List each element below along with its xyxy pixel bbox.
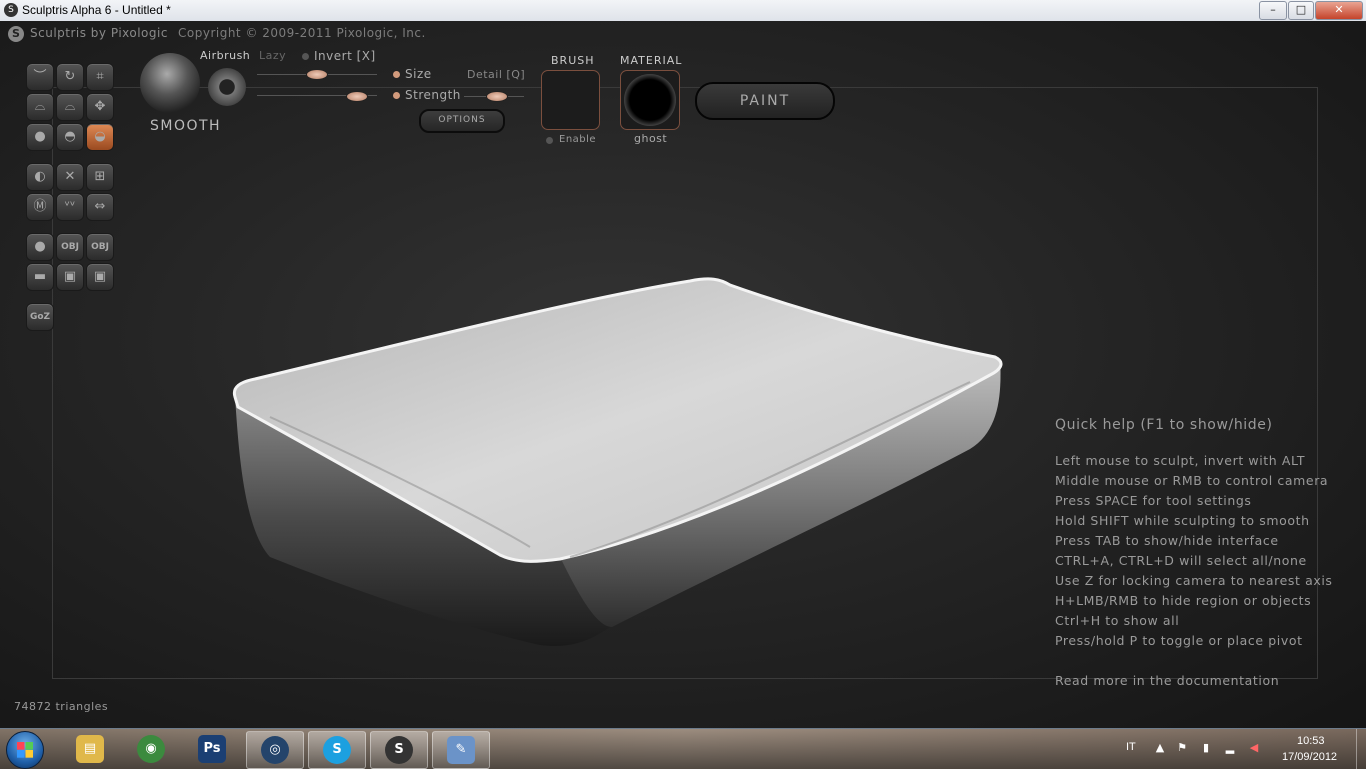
quick-help-line: Hold SHIFT while sculpting to smooth [1055, 513, 1310, 528]
windows-logo-icon [17, 742, 33, 758]
size-label: Size [405, 67, 432, 81]
sculptris-icon: S [385, 736, 413, 764]
size-indicator-dot [393, 71, 400, 78]
material-preview-sphere [624, 74, 676, 126]
brush-panel-title: BRUSH [551, 54, 595, 67]
quick-help-line: CTRL+A, CTRL+D will select all/none [1055, 553, 1307, 568]
detail-label: Detail [Q] [467, 68, 526, 81]
pinch-tool-icon[interactable]: ◓ [56, 123, 84, 151]
documentation-link[interactable]: Read more in the documentation [1055, 671, 1333, 691]
taskbar-app-explorer[interactable]: ▤ [62, 731, 118, 767]
strength-indicator-dot [393, 92, 400, 99]
wireframe-icon[interactable]: ✕ [56, 163, 84, 191]
triangle-count: 74872 triangles [14, 700, 109, 713]
export-obj-icon[interactable]: OBJ [86, 233, 114, 261]
taskbar-app-chrome[interactable]: ◉ [123, 731, 179, 767]
quick-help-line: Press/hold P to toggle or place pivot [1055, 633, 1303, 648]
brush-alpha-slot[interactable] [541, 70, 600, 130]
mask-icon[interactable]: Ⓜ [26, 193, 54, 221]
grid-icon[interactable]: ⊞ [86, 163, 114, 191]
skype-icon: S [323, 736, 351, 764]
flatten-tool-icon[interactable]: ⌓ [56, 93, 84, 121]
options-button[interactable]: OPTIONS [419, 109, 505, 133]
scale-tool-icon[interactable]: ⌗ [86, 63, 114, 91]
network-signal-icon[interactable]: ▂ [1224, 742, 1236, 754]
size-slider-handle[interactable] [306, 69, 328, 80]
quick-help-panel: Quick help (F1 to show/hide) Left mouse … [1055, 417, 1333, 691]
pixologic-logo-icon: S [8, 26, 24, 42]
material-panel-title: MATERIAL [620, 54, 683, 67]
minimize-button[interactable]: – [1259, 1, 1287, 20]
taskbar-app-sculptris[interactable]: S [370, 731, 428, 769]
show-hidden-icons-icon[interactable]: ▲ [1154, 742, 1166, 754]
brand-text: Sculptris by Pixologic [30, 26, 168, 40]
sculpt-viewport[interactable]: S Sculptris by Pixologic Copyright © 200… [0, 21, 1366, 728]
airbrush-toggle[interactable] [208, 68, 246, 106]
clock-date[interactable]: 17/09/2012 [1282, 751, 1337, 763]
volume-muted-icon[interactable]: ◀ [1248, 742, 1260, 754]
strength-slider-handle[interactable] [346, 91, 368, 102]
quick-help-line: Press SPACE for tool settings [1055, 493, 1252, 508]
brush-preview-sphere [140, 53, 200, 113]
folder-icon: ▤ [76, 735, 104, 763]
inflate-tool-icon[interactable]: ● [26, 123, 54, 151]
strength-label: Strength [405, 88, 461, 102]
chrome-icon: ◉ [137, 735, 165, 763]
save-file-icon[interactable]: ▣ [86, 263, 114, 291]
paint-button[interactable]: PAINT [695, 82, 835, 120]
window-titlebar: S Sculptris Alpha 6 - Untitled * – □ ✕ [0, 0, 1366, 22]
quick-help-line: Press TAB to show/hide interface [1055, 533, 1279, 548]
brush-enable-label[interactable]: Enable [559, 134, 596, 145]
symmetry-icon[interactable]: ◐ [26, 163, 54, 191]
material-name: ghost [634, 132, 668, 145]
quick-help-title: Quick help (F1 to show/hide) [1055, 417, 1273, 433]
taskbar-app-cinema4d[interactable]: ◎ [246, 731, 304, 769]
material-slot[interactable] [620, 70, 680, 130]
clock-time[interactable]: 10:53 [1297, 735, 1325, 747]
app-header: S Sculptris by Pixologic Copyright © 200… [0, 21, 1366, 43]
taskbar: ▤ ◉ Ps ◎ S S ✎ IT ▲ ⚑ ▮ ▂ ◀ 10:53 17/09/… [0, 728, 1366, 769]
taskbar-app-paint[interactable]: ✎ [432, 731, 490, 769]
new-plane-icon[interactable]: ▬ [26, 263, 54, 291]
copyright-text: Copyright © 2009-2011 Pixologic, Inc. [178, 26, 426, 40]
maximize-button[interactable]: □ [1288, 1, 1314, 20]
taskbar-app-photoshop[interactable]: Ps [184, 731, 240, 767]
import-obj-icon[interactable]: OBJ [56, 233, 84, 261]
smooth-tool-icon[interactable]: ◒ [86, 123, 114, 151]
reduce-icon[interactable]: ᵛᵛ [56, 193, 84, 221]
invert-label[interactable]: Invert [X] [314, 49, 376, 63]
grab-tool-icon[interactable]: ✥ [86, 93, 114, 121]
sculptris-app-icon: S [4, 3, 18, 17]
detail-slider-handle[interactable] [486, 91, 508, 102]
brush-enable-radio[interactable] [546, 137, 553, 144]
quick-help-line: Ctrl+H to show all [1055, 613, 1180, 628]
crease-tool-icon[interactable]: ︶ [26, 63, 54, 91]
close-button[interactable]: ✕ [1315, 1, 1363, 20]
action-center-flag-icon[interactable]: ⚑ [1176, 742, 1188, 754]
new-sphere-icon[interactable]: ● [26, 233, 54, 261]
quick-help-line: Use Z for locking camera to nearest axis [1055, 573, 1333, 588]
show-desktop-button[interactable] [1356, 729, 1366, 769]
paint-icon: ✎ [447, 736, 475, 764]
photoshop-icon: Ps [198, 735, 226, 763]
lazy-label[interactable]: Lazy [259, 49, 286, 62]
language-indicator[interactable]: IT [1126, 741, 1136, 753]
invert-radio[interactable] [302, 53, 309, 60]
window-title: Sculptris Alpha 6 - Untitled * [22, 3, 171, 17]
rotate-tool-icon[interactable]: ↻ [56, 63, 84, 91]
mirror-icon[interactable]: ⇔ [86, 193, 114, 221]
sculpt-mesh[interactable] [230, 257, 1005, 649]
taskbar-app-skype[interactable]: S [308, 731, 366, 769]
cinema4d-icon: ◎ [261, 736, 289, 764]
airbrush-label: Airbrush [200, 49, 251, 62]
start-button[interactable] [6, 731, 44, 769]
quick-help-line: H+LMB/RMB to hide region or objects [1055, 593, 1312, 608]
quick-help-line: Middle mouse or RMB to control camera [1055, 473, 1329, 488]
brush-mode-label: SMOOTH [150, 118, 222, 134]
draw-tool-icon[interactable]: ⌓ [26, 93, 54, 121]
quick-help-line: Left mouse to sculpt, invert with ALT [1055, 453, 1306, 468]
usb-device-icon[interactable]: ▮ [1200, 742, 1212, 754]
goz-button[interactable]: GoZ [26, 303, 54, 331]
open-file-icon[interactable]: ▣ [56, 263, 84, 291]
